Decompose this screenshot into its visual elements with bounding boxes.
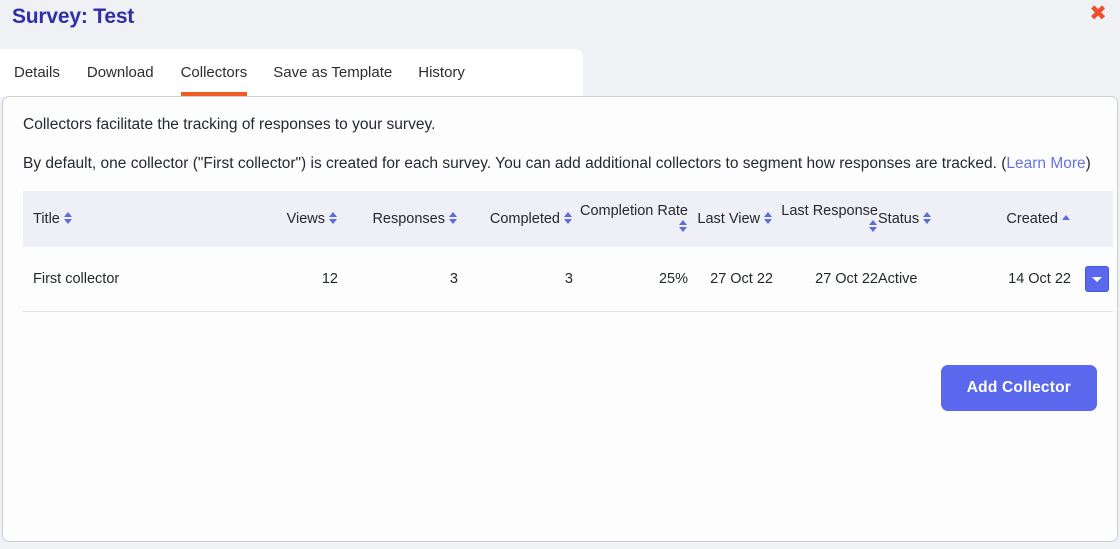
cell-status: Active (878, 247, 966, 312)
column-header-views[interactable]: Views (253, 191, 338, 247)
tab-collectors-label: Collectors (180, 64, 248, 81)
cell-last-view: 27 Oct 22 (688, 247, 773, 312)
cell-views: 12 (253, 247, 338, 312)
chevron-down-icon (1092, 277, 1102, 282)
sort-both-icon[interactable] (63, 212, 73, 225)
add-collector-button[interactable]: Add Collector (940, 365, 1097, 411)
column-header-status[interactable]: Status (878, 191, 966, 247)
cell-title: First collector (23, 247, 253, 312)
row-actions-dropdown-button[interactable] (1085, 266, 1109, 292)
sort-both-icon[interactable] (923, 212, 932, 225)
column-header-responses-label: Responses (372, 211, 445, 227)
column-header-last-response-label: Last Response (781, 203, 878, 219)
column-header-actions (1071, 191, 1113, 247)
column-header-completion-rate-label: Completion Rate (580, 203, 688, 219)
tab-details[interactable]: Details (14, 49, 60, 97)
column-header-status-label: Status (878, 211, 920, 227)
tab-download[interactable]: Download (87, 49, 154, 97)
close-icon[interactable]: ✖ (1087, 2, 1109, 24)
intro-paragraph-1: Collectors facilitate the tracking of re… (23, 116, 436, 133)
column-header-last-view-label: Last View (697, 211, 760, 227)
sort-both-icon[interactable] (764, 212, 773, 225)
intro-paragraph-2: By default, one collector ("First collec… (23, 152, 1097, 175)
intro-paragraph-2-text: By default, one collector ("First collec… (23, 155, 1007, 172)
column-header-completed-label: Completed (489, 211, 560, 227)
column-header-title-label: Title (33, 211, 60, 227)
cell-created: 14 Oct 22 (966, 247, 1071, 312)
column-header-last-response[interactable]: Last Response (773, 191, 878, 247)
tab-details-label: Details (14, 64, 60, 81)
sort-both-icon[interactable] (564, 212, 573, 225)
table-row: First collector 12 3 3 25% 27 Oct 22 27 … (23, 247, 1113, 312)
sort-both-icon[interactable] (449, 212, 458, 225)
column-header-views-label: Views (286, 211, 325, 227)
learn-more-link[interactable]: Learn More (1006, 155, 1085, 172)
column-header-completion-rate[interactable]: Completion Rate (573, 191, 688, 247)
tab-bar: Details Download Collectors Save as Temp… (0, 49, 583, 97)
column-header-responses[interactable]: Responses (338, 191, 458, 247)
column-header-created-label: Created (1006, 211, 1058, 227)
collectors-panel: Collectors facilitate the tracking of re… (2, 96, 1118, 542)
sort-both-icon[interactable] (869, 220, 878, 233)
tab-collectors[interactable]: Collectors (180, 49, 248, 97)
cell-responses: 3 (338, 247, 458, 312)
sort-both-icon[interactable] (679, 220, 688, 233)
column-header-completed[interactable]: Completed (458, 191, 573, 247)
actions-row: Add Collector (23, 365, 1097, 411)
column-header-created[interactable]: Created (966, 191, 1071, 247)
table-header-row: Title Views Responses Completed Completi (23, 191, 1113, 247)
cell-completed: 3 (458, 247, 573, 312)
cell-actions (1071, 247, 1113, 312)
tab-download-label: Download (86, 64, 154, 81)
sort-asc-icon[interactable] (1062, 214, 1071, 222)
cell-last-response: 27 Oct 22 (773, 247, 878, 312)
cell-completion-rate: 25% (573, 247, 688, 312)
tab-history-label: History (418, 64, 465, 81)
sort-both-icon[interactable] (329, 212, 338, 225)
collectors-table: Title Views Responses Completed Completi (23, 191, 1113, 312)
column-header-title[interactable]: Title (23, 191, 253, 247)
collectors-table-wrapper: Title Views Responses Completed Completi (23, 191, 1113, 312)
tab-history[interactable]: History (418, 49, 465, 97)
tab-save-as-template[interactable]: Save as Template (273, 49, 392, 97)
intro-paragraph-2-close-paren: ) (1085, 155, 1091, 172)
tab-save-as-template-label: Save as Template (273, 64, 393, 81)
column-header-last-view[interactable]: Last View (688, 191, 773, 247)
page-title: Survey: Test (12, 5, 135, 28)
dialog-header: Survey: Test ✖ (0, 0, 1120, 47)
